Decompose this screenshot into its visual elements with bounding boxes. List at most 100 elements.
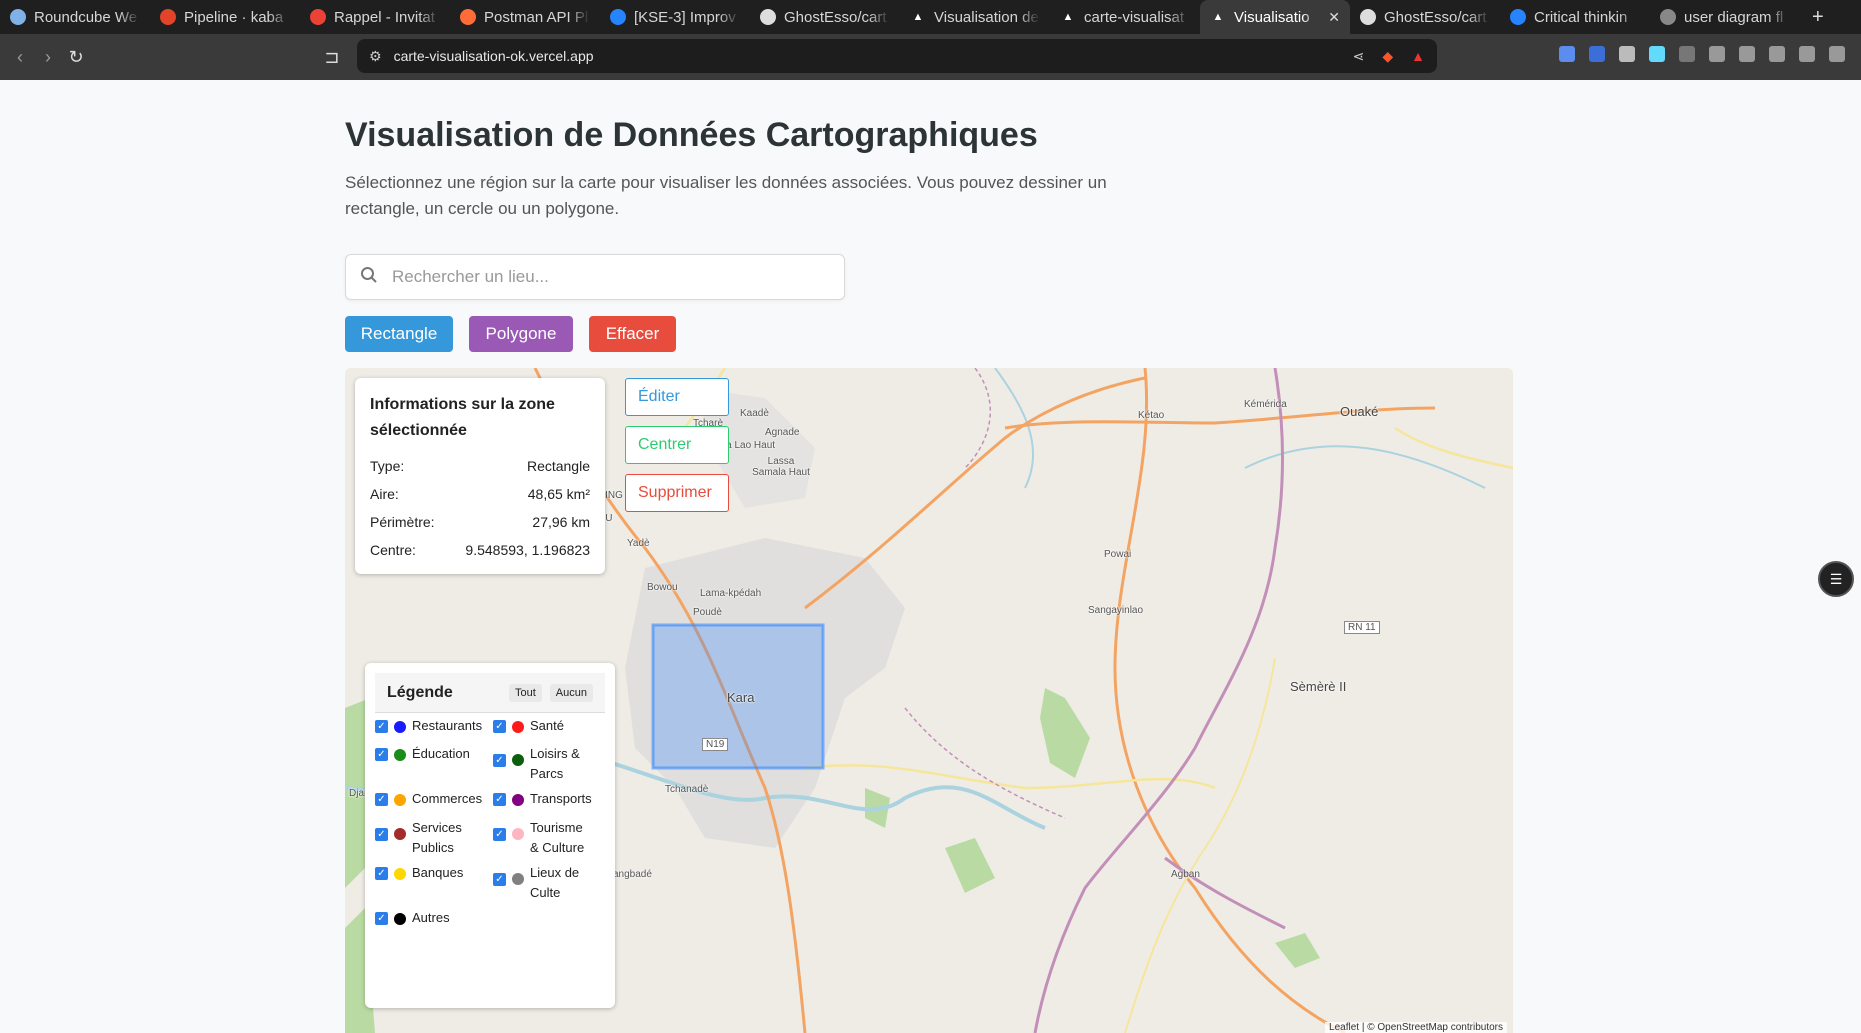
checkbox[interactable]: ✓ bbox=[375, 867, 388, 880]
legend-item-tourisme[interactable]: ✓ Tourisme & Culture bbox=[493, 818, 603, 858]
tab[interactable]: ▲ Visualisation de bbox=[900, 0, 1050, 34]
place-label: Poudè bbox=[693, 607, 722, 618]
puzzle-icon[interactable] bbox=[1709, 46, 1725, 62]
extension-icon[interactable] bbox=[1679, 46, 1695, 62]
site-settings-icon[interactable]: ⚙ bbox=[369, 48, 382, 65]
category-dot bbox=[394, 794, 406, 806]
legend-none-button[interactable]: Aucun bbox=[549, 683, 593, 702]
place-label: Kétao bbox=[1138, 410, 1165, 421]
legend-item-services[interactable]: ✓ Services Publics bbox=[375, 818, 485, 858]
legend-all-button[interactable]: Tout bbox=[509, 683, 542, 702]
forward-icon[interactable]: › bbox=[34, 43, 62, 71]
place-label: Powai bbox=[1104, 549, 1132, 560]
center-button[interactable]: Centrer bbox=[625, 426, 729, 464]
checkbox[interactable]: ✓ bbox=[493, 828, 506, 841]
checkbox[interactable]: ✓ bbox=[493, 754, 506, 767]
extension-icon[interactable] bbox=[1559, 46, 1575, 62]
place-label: Ouaké bbox=[1340, 404, 1379, 419]
legend-item-banques[interactable]: ✓ Banques bbox=[375, 863, 485, 883]
close-tab-icon[interactable]: ✕ bbox=[1328, 9, 1340, 26]
back-icon[interactable]: ‹ bbox=[6, 43, 34, 71]
legend-item-restaurants[interactable]: ✓ Restaurants bbox=[375, 716, 482, 736]
reload-icon[interactable]: ↻ bbox=[62, 43, 90, 71]
tab[interactable]: ▲ carte-visualisat bbox=[1050, 0, 1200, 34]
brave-shield-icon[interactable]: ◆ bbox=[1382, 48, 1393, 65]
share-icon[interactable]: ⋖ bbox=[1353, 48, 1365, 65]
road-label: RN 11 bbox=[1344, 621, 1380, 634]
clear-button[interactable]: Effacer bbox=[589, 316, 676, 352]
checkbox[interactable]: ✓ bbox=[375, 912, 388, 925]
legend-item-culte[interactable]: ✓ Lieux de Culte bbox=[493, 863, 603, 903]
bookmark-icon[interactable]: ⊐ bbox=[318, 43, 346, 71]
extension-icon[interactable] bbox=[1589, 46, 1605, 62]
postman-icon bbox=[460, 9, 476, 25]
draw-rectangle-button[interactable]: Rectangle bbox=[345, 316, 453, 352]
tab[interactable]: Postman API Pl bbox=[450, 0, 600, 34]
info-row-center: Centre: 9.548593, 1.196823 bbox=[370, 542, 590, 558]
address-bar[interactable]: ⚙ carte-visualisation-ok.vercel.app ⋖ ◆ … bbox=[357, 39, 1437, 73]
legend-item-autres[interactable]: ✓ Autres bbox=[375, 908, 485, 928]
place-label: Tchanadè bbox=[665, 784, 709, 795]
info-row-type: Type: Rectangle bbox=[370, 458, 590, 474]
tab[interactable]: GhostEsso/cart bbox=[750, 0, 900, 34]
tab[interactable]: user diagram fl bbox=[1650, 0, 1800, 34]
browser-toolbar: ‹ › ↻ ⊐ ⚙ carte-visualisation-ok.vercel.… bbox=[0, 34, 1861, 80]
extension-icon[interactable] bbox=[1619, 46, 1635, 62]
legend-item-transports[interactable]: ✓ Transports bbox=[493, 789, 603, 809]
place-label: Kaadè bbox=[740, 408, 769, 419]
legend-item-loisirs[interactable]: ✓ Loisirs & Parcs bbox=[493, 744, 603, 784]
download-icon[interactable] bbox=[1739, 46, 1755, 62]
place-label: Lama-kpédah bbox=[700, 588, 762, 599]
url-text[interactable]: carte-visualisation-ok.vercel.app bbox=[394, 48, 594, 64]
sidebar-icon[interactable] bbox=[1769, 46, 1785, 62]
search-box bbox=[345, 254, 845, 300]
extensions-area bbox=[1559, 46, 1845, 62]
checkbox[interactable]: ✓ bbox=[375, 828, 388, 841]
search-input[interactable] bbox=[392, 267, 812, 287]
confluence-icon bbox=[1510, 9, 1526, 25]
checkbox[interactable]: ✓ bbox=[375, 793, 388, 806]
place-label: Kémérida bbox=[1244, 399, 1287, 410]
edit-button[interactable]: Éditer bbox=[625, 378, 729, 416]
gitlab-icon bbox=[160, 9, 176, 25]
globe-icon bbox=[1660, 9, 1676, 25]
legend-item-sante[interactable]: ✓ Santé bbox=[493, 716, 603, 736]
search-icon bbox=[360, 266, 378, 289]
legend-item-education[interactable]: ✓ Éducation bbox=[375, 744, 480, 764]
map-attribution[interactable]: Leaflet | © OpenStreetMap contributors bbox=[1325, 1022, 1507, 1033]
map[interactable]: Kaadè Tcharè Agnade Lassa Lao Haut Lassa… bbox=[345, 368, 1513, 1033]
category-dot bbox=[394, 721, 406, 733]
checkbox[interactable]: ✓ bbox=[375, 720, 388, 733]
legend-panel: Légende Tout Aucun ✓ Restaurants ✓ Santé ✓… bbox=[365, 663, 615, 1008]
tab[interactable]: Critical thinkin bbox=[1500, 0, 1650, 34]
new-tab-icon[interactable]: + bbox=[1800, 6, 1836, 29]
place-label: Yadè bbox=[627, 538, 650, 549]
brave-rewards-icon[interactable]: ▲ bbox=[1411, 48, 1425, 64]
checkbox[interactable]: ✓ bbox=[493, 793, 506, 806]
checkbox[interactable]: ✓ bbox=[493, 720, 506, 733]
floating-menu-icon[interactable]: ☰ bbox=[1818, 561, 1854, 597]
tab[interactable]: [KSE-3] Improv bbox=[600, 0, 750, 34]
info-row-perimeter: Périmètre: 27,96 km bbox=[370, 514, 590, 530]
menu-icon[interactable] bbox=[1829, 46, 1845, 62]
wallet-icon[interactable] bbox=[1799, 46, 1815, 62]
category-dot bbox=[512, 754, 524, 766]
place-label: angbadé bbox=[613, 869, 652, 880]
zone-info-title: Informations sur la zone sélectionnée bbox=[370, 396, 555, 439]
tab[interactable]: GhostEsso/cart bbox=[1350, 0, 1500, 34]
tab-active[interactable]: ▲ Visualisatio ✕ bbox=[1200, 0, 1350, 34]
category-dot bbox=[394, 749, 406, 761]
tab[interactable]: Pipeline · kaba bbox=[150, 0, 300, 34]
zone-info-panel: Informations sur la zone sélectionnée Ty… bbox=[355, 378, 605, 574]
draw-polygon-button[interactable]: Polygone bbox=[469, 316, 573, 352]
checkbox[interactable]: ✓ bbox=[375, 748, 388, 761]
page-title: Visualisation de Données Cartographiques bbox=[345, 116, 1038, 154]
tab[interactable]: Roundcube We bbox=[0, 0, 150, 34]
category-dot bbox=[512, 873, 524, 885]
delete-button[interactable]: Supprimer bbox=[625, 474, 729, 512]
category-dot bbox=[512, 721, 524, 733]
checkbox[interactable]: ✓ bbox=[493, 873, 506, 886]
legend-item-commerces[interactable]: ✓ Commerces bbox=[375, 789, 490, 809]
extension-icon[interactable] bbox=[1649, 46, 1665, 62]
tab[interactable]: Rappel - Invitat bbox=[300, 0, 450, 34]
